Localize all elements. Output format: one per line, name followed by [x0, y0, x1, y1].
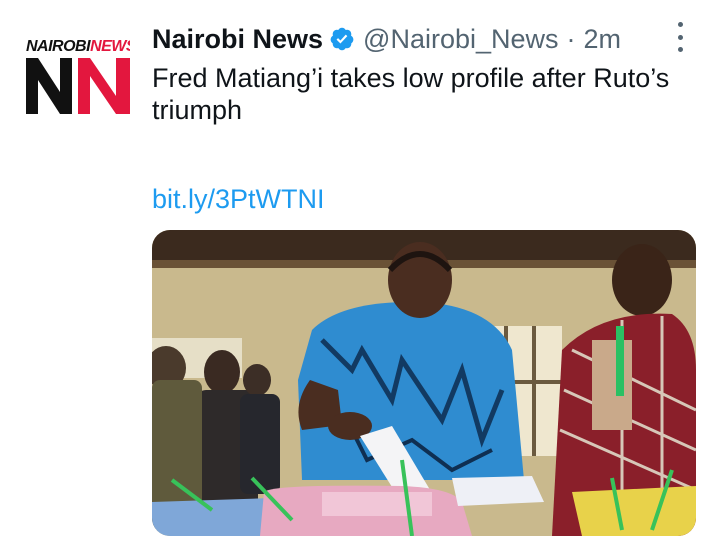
- separator-dot: ·: [566, 23, 576, 54]
- avatar-brand-text: NAIROBINEWS: [26, 38, 130, 56]
- avatar-brand-right: NEWS: [90, 38, 130, 55]
- more-dot: [677, 34, 683, 40]
- tweet-text: Fred Matiang’i takes low profile after R…: [152, 63, 670, 125]
- author-handle[interactable]: @Nairobi_News: [363, 24, 558, 55]
- tweet-photo[interactable]: [152, 230, 696, 536]
- tweet-link[interactable]: bit.ly/3PtWTNI: [152, 183, 325, 215]
- timestamp[interactable]: 2m: [584, 24, 622, 55]
- voting-photo-image: [152, 230, 696, 536]
- tweet[interactable]: NAIROBINEWS Nairobi News @Nairobi_News ·…: [0, 0, 720, 548]
- avatar-brand-left: NAIROBI: [26, 38, 91, 55]
- more-options-icon[interactable]: [674, 22, 686, 52]
- tweet-header: Nairobi News @Nairobi_News · 2m: [152, 22, 621, 56]
- more-dot: [677, 22, 683, 27]
- nairobi-news-logo-icon: [26, 58, 130, 114]
- verified-badge-icon: [330, 27, 354, 51]
- more-dot: [677, 47, 683, 52]
- avatar[interactable]: NAIROBINEWS: [26, 30, 130, 116]
- author-name[interactable]: Nairobi News: [152, 24, 323, 55]
